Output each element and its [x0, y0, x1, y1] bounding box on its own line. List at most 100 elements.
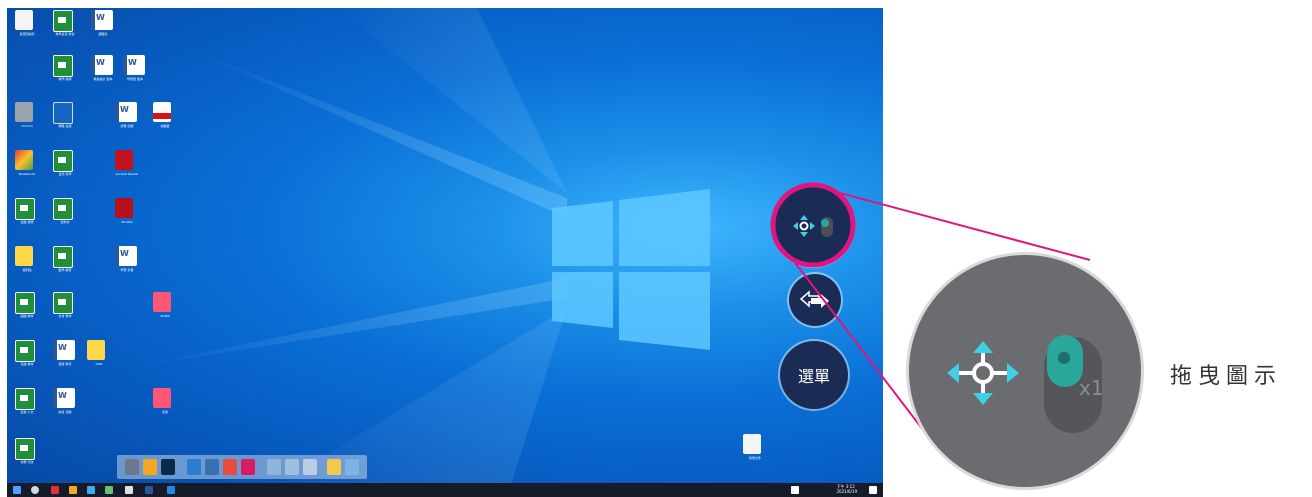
desktop-icon-glyph: [53, 198, 73, 220]
desktop-icon[interactable]: 國語 教材: [7, 290, 47, 334]
desktop-icon[interactable]: 綜合 活動: [45, 386, 85, 430]
desktop-icon-glyph: [15, 340, 35, 362]
desktop-icon[interactable]: 英語 教材: [7, 338, 47, 382]
tray-clock[interactable]: 下午 3:12 2021/6/19: [836, 484, 857, 494]
desktop-icon-glyph: [115, 102, 137, 122]
desktop-icon[interactable]: 數學 練習: [45, 244, 85, 288]
app-icon-2[interactable]: [205, 459, 219, 475]
search-icon[interactable]: [31, 486, 39, 494]
taskbar-app-1[interactable]: [51, 486, 59, 494]
desktop-icon-glyph: [123, 55, 145, 75]
desktop-icon[interactable]: 教學資源 整合: [45, 8, 85, 52]
desktop-icon-label: 課程表: [98, 32, 108, 36]
desktop-icon[interactable]: 資料夾: [45, 196, 85, 240]
desktop-icon-glyph: [15, 198, 35, 220]
desktop-icon-label: 英語 教材: [20, 362, 34, 366]
menu-button[interactable]: 選單: [780, 341, 848, 409]
desktop-icon-glyph: [15, 102, 33, 122]
menu-button-label: 選單: [797, 367, 830, 386]
desktop-icon-label: 教學資源 整合: [55, 32, 75, 36]
desktop-icon-glyph: [53, 102, 73, 124]
zoom-callout-circle: x1: [906, 252, 1144, 490]
desktop-icon-glyph: [91, 55, 113, 75]
desktop-icon[interactable]: Chrome: [7, 100, 47, 144]
desktop-icon-label: 評量 紀錄: [120, 124, 134, 128]
windows-desktop: 資源回收筒教學資源 整合課程表教學 簡報教案設計 範本學習單 範本Chrome網…: [7, 8, 883, 497]
taskbar-app-4[interactable]: [105, 486, 113, 494]
tray-icon[interactable]: [791, 486, 799, 494]
badge-x1: x1: [1079, 376, 1104, 400]
desktop-icon-glyph: [87, 340, 105, 360]
desktop-icon-glyph: [153, 292, 171, 312]
desktop-icon-glyph: [53, 10, 73, 32]
app-icon-8[interactable]: [327, 459, 341, 475]
desktop-icon-glyph: [743, 434, 761, 454]
drag-button[interactable]: [773, 186, 853, 266]
desktop-icon[interactable]: 新增文件: [735, 432, 775, 476]
drag-move-icon: [793, 215, 833, 237]
desktop-icon[interactable]: 學習 計畫: [107, 244, 147, 288]
desktop-icon-glyph: [53, 55, 73, 77]
desktop-icon-label: 藝術 人文: [20, 410, 34, 414]
desktop-icon-label: 自然 科學: [58, 172, 72, 176]
desktop-icon[interactable]: BlueStacks: [7, 148, 47, 192]
desktop-icon-glyph: [53, 340, 75, 360]
notification-icon[interactable]: [869, 486, 877, 494]
desktop-icon[interactable]: ZOOM: [145, 290, 185, 334]
start-icon[interactable]: [13, 486, 21, 494]
desktop-icon[interactable]: 班級 經營: [7, 196, 47, 240]
drag-icon-zoomed: x1: [947, 335, 1104, 433]
desktop-icon-label: Chrome: [21, 124, 33, 128]
speaker-icon[interactable]: [125, 459, 139, 475]
desktop-icon[interactable]: 社會 教材: [45, 290, 85, 334]
desktop-icon-glyph: [15, 10, 33, 30]
app-icon-6[interactable]: [285, 459, 299, 475]
desktop-icon-label: 數學 練習: [58, 268, 72, 272]
desktop-icon[interactable]: 成績單: [145, 100, 185, 144]
app-icon-3[interactable]: [223, 459, 237, 475]
desktop-icon[interactable]: McAfee: [107, 196, 147, 240]
taskbar-app-6[interactable]: [145, 486, 153, 494]
desktop-icon[interactable]: 藝術 人文: [7, 386, 47, 430]
desktop-icon-label: 資料夾: [60, 220, 70, 224]
desktop-icon[interactable]: 校務 行政: [7, 436, 47, 480]
clock-date: 2021/6/19: [836, 489, 857, 494]
desktop-icon-label: 綜合 活動: [58, 410, 72, 414]
desktop-icon-label: 國語 教材: [20, 314, 34, 318]
desktop-icon[interactable]: 便利貼: [7, 244, 47, 288]
taskbar-app-7[interactable]: [167, 486, 175, 494]
app-icon-9[interactable]: [345, 459, 359, 475]
taskbar-app-3[interactable]: [87, 486, 95, 494]
app-icon-7[interactable]: [303, 459, 317, 475]
desktop-icon[interactable]: 課程表: [83, 8, 123, 52]
desktop-icon-label: 校務 行政: [20, 460, 34, 464]
desktop-icon-glyph: [15, 246, 33, 266]
desktop-icon-label: McAfee: [121, 220, 133, 224]
desktop-icon[interactable]: LINE: [79, 338, 119, 382]
desktop-icon[interactable]: 學習單 範本: [115, 53, 155, 97]
desktop-icon-glyph: [115, 150, 133, 170]
photoshop-icon[interactable]: [161, 459, 175, 475]
app-icon-4[interactable]: [241, 459, 255, 475]
desktop-icon[interactable]: 教學 簡報: [45, 53, 85, 97]
desktop-icon-label: 教學 簡報: [58, 77, 72, 81]
taskbar-app-2[interactable]: [69, 486, 77, 494]
desktop-icon-glyph: [91, 10, 113, 30]
switch-button[interactable]: [789, 274, 841, 326]
desktop-icon-label: Acrobat Reader: [115, 172, 139, 176]
desktop-icon-label: 便利貼: [22, 268, 32, 272]
app-icon-1[interactable]: [187, 459, 201, 475]
desktop-icon-label: LINE: [95, 362, 103, 366]
desktop-icon[interactable]: 表情: [145, 386, 185, 430]
app-icon-5[interactable]: [267, 459, 281, 475]
desktop-icon[interactable]: 評量 紀錄: [107, 100, 147, 144]
taskbar-app-5[interactable]: [125, 486, 133, 494]
desktop-icon-label: 成績單: [160, 124, 170, 128]
desktop-icon[interactable]: 自然 科學: [45, 148, 85, 192]
desktop-icon-label: 學習 計畫: [120, 268, 134, 272]
desktop-icon[interactable]: 網路 電視: [45, 100, 85, 144]
desktop-icon[interactable]: Acrobat Reader: [107, 148, 147, 192]
desktop-icon-glyph: [53, 388, 75, 408]
folder-icon[interactable]: [143, 459, 157, 475]
desktop-icon[interactable]: 資源回收筒: [7, 8, 47, 52]
